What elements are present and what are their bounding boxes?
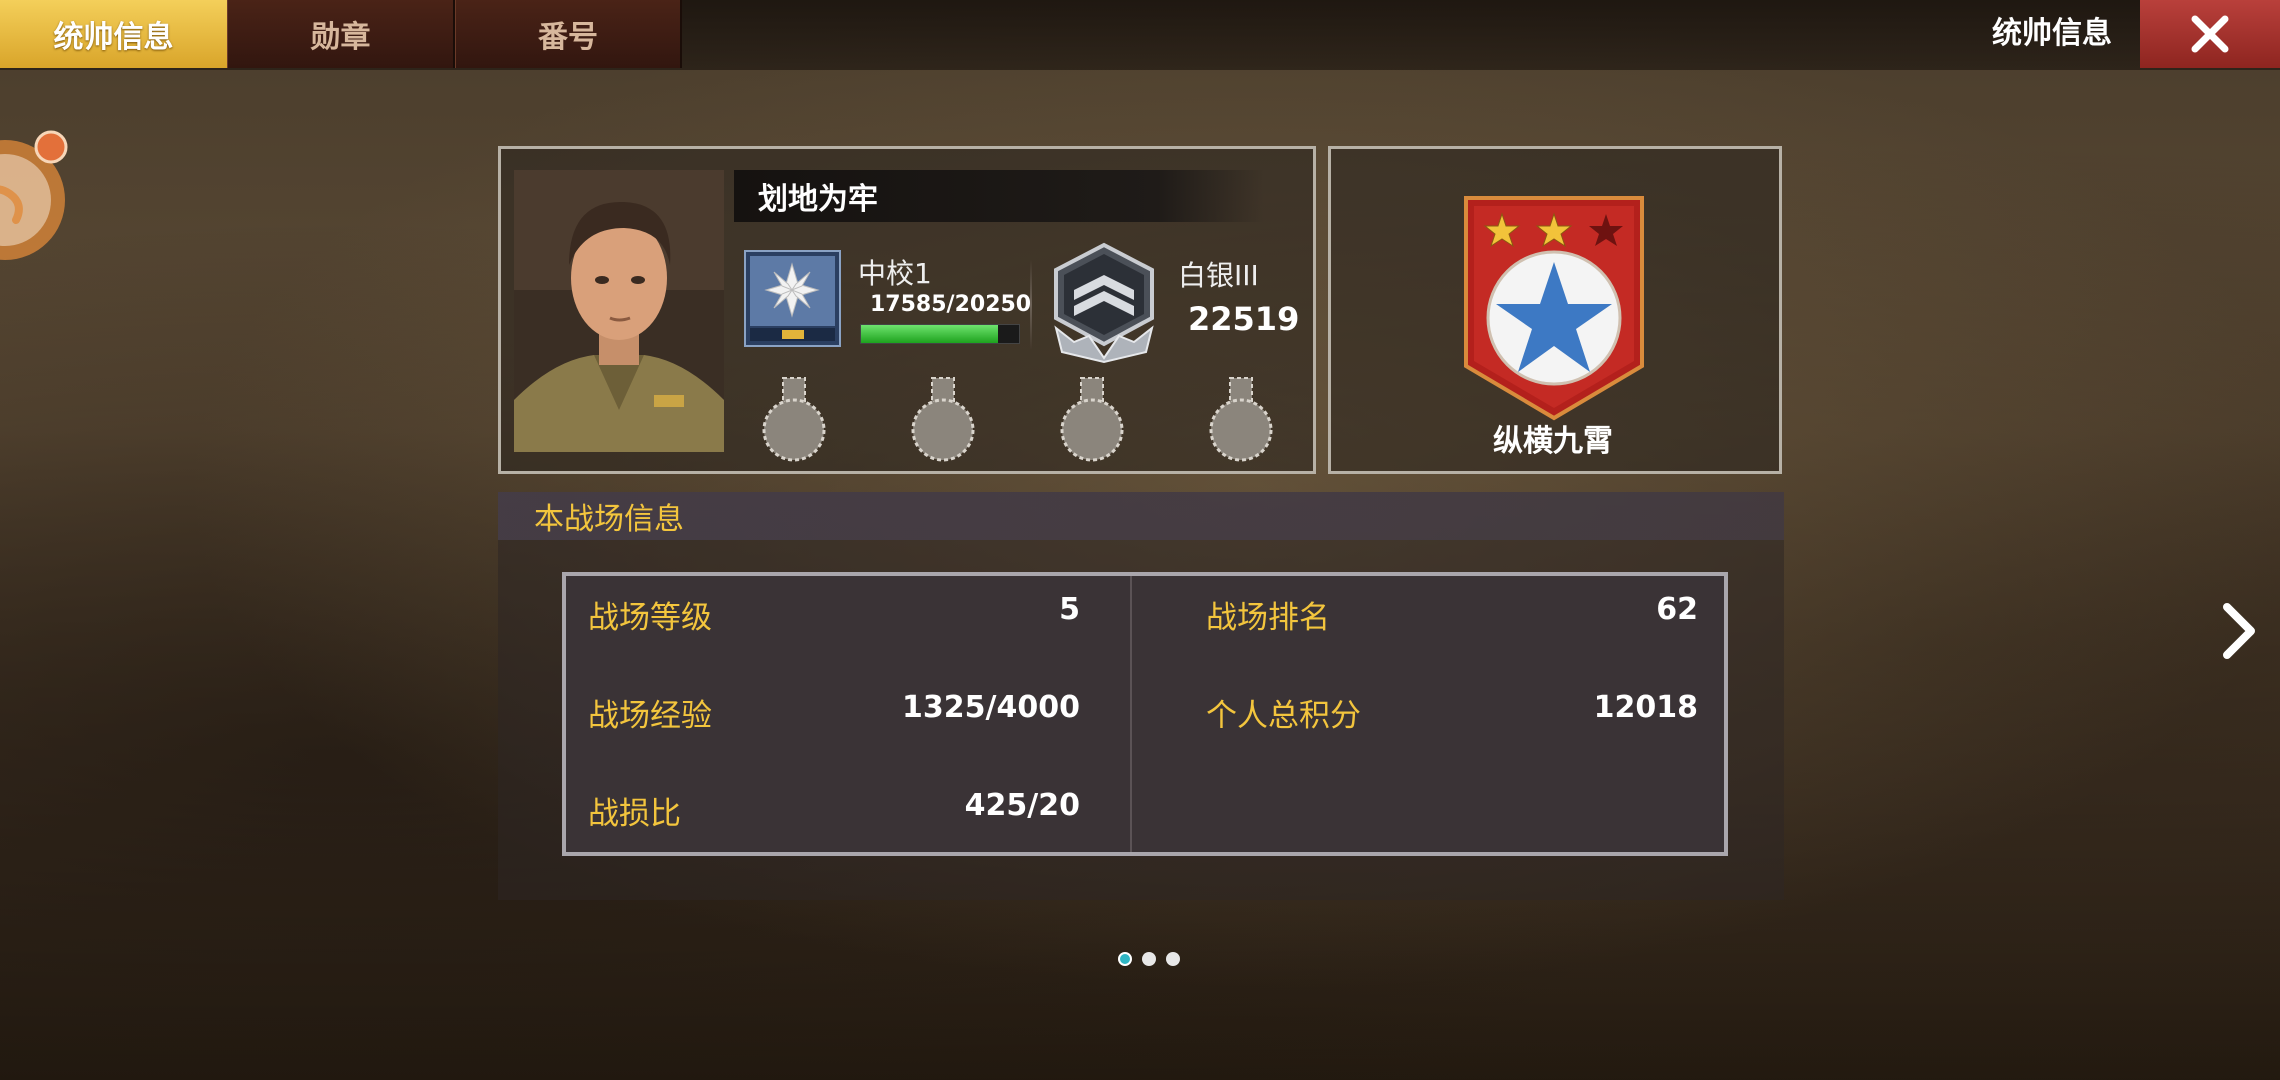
page-dot[interactable] [1142,952,1156,966]
chevron-right-icon [2223,603,2255,659]
rank-exp-bar [860,324,1020,344]
battlefield-exp-label: 战场经验 [588,698,712,734]
close-icon [2191,15,2229,53]
tab-commander-info[interactable]: 统帅信息 [0,0,227,68]
rank-exp-text: 17585/20250 [870,292,1032,317]
rank-insignia-icon [744,250,841,347]
tab-designation[interactable]: 番号 [455,0,682,68]
battlefield-rank-label: 战场排名 [1206,600,1330,636]
tier-name: 白银III [1178,259,1259,292]
kill-death-ratio-value: 425/20 [964,788,1080,823]
unit-emblem-icon [1464,196,1644,421]
rank-exp-fill [861,325,999,343]
close-button[interactable] [2140,0,2280,68]
battlefield-level-label: 战场等级 [588,600,712,636]
medal-slot-empty-icon[interactable] [759,376,829,462]
total-score-label: 个人总积分 [1206,698,1361,734]
battlefield-rank-value: 62 [1656,592,1698,627]
page-dot-active[interactable] [1118,952,1132,966]
next-page-button[interactable] [2214,596,2264,666]
gamepad-assistant-icon[interactable] [0,130,70,270]
medal-slot-empty-icon[interactable] [1057,376,1127,462]
page-title: 统帅信息 [1992,16,2112,51]
total-score-value: 12018 [1593,690,1698,725]
commander-name: 划地为牢 [734,170,1264,222]
tier-score: 22519 [1188,300,1300,338]
page-indicator [1118,952,1180,966]
tab-label: 番号 [538,20,598,55]
silver-tier-icon [1054,242,1154,364]
tab-label: 勋章 [310,20,371,55]
page-dot[interactable] [1166,952,1180,966]
rank-name: 中校1 [858,257,932,290]
divider [1030,260,1032,350]
tab-medals[interactable]: 勋章 [227,0,455,68]
kill-death-ratio-label: 战损比 [588,796,681,832]
emblem-label: 纵横九霄 [1493,424,1613,459]
stats-divider [1130,576,1132,852]
battlefield-exp-value: 1325/4000 [902,690,1080,725]
medal-slot-empty-icon[interactable] [1206,376,1276,462]
battlefield-title: 本战场信息 [498,492,1784,540]
battlefield-level-value: 5 [1059,592,1080,627]
tab-label: 统帅信息 [53,20,174,55]
medal-slot-empty-icon[interactable] [908,376,978,462]
commander-portrait [514,170,724,452]
